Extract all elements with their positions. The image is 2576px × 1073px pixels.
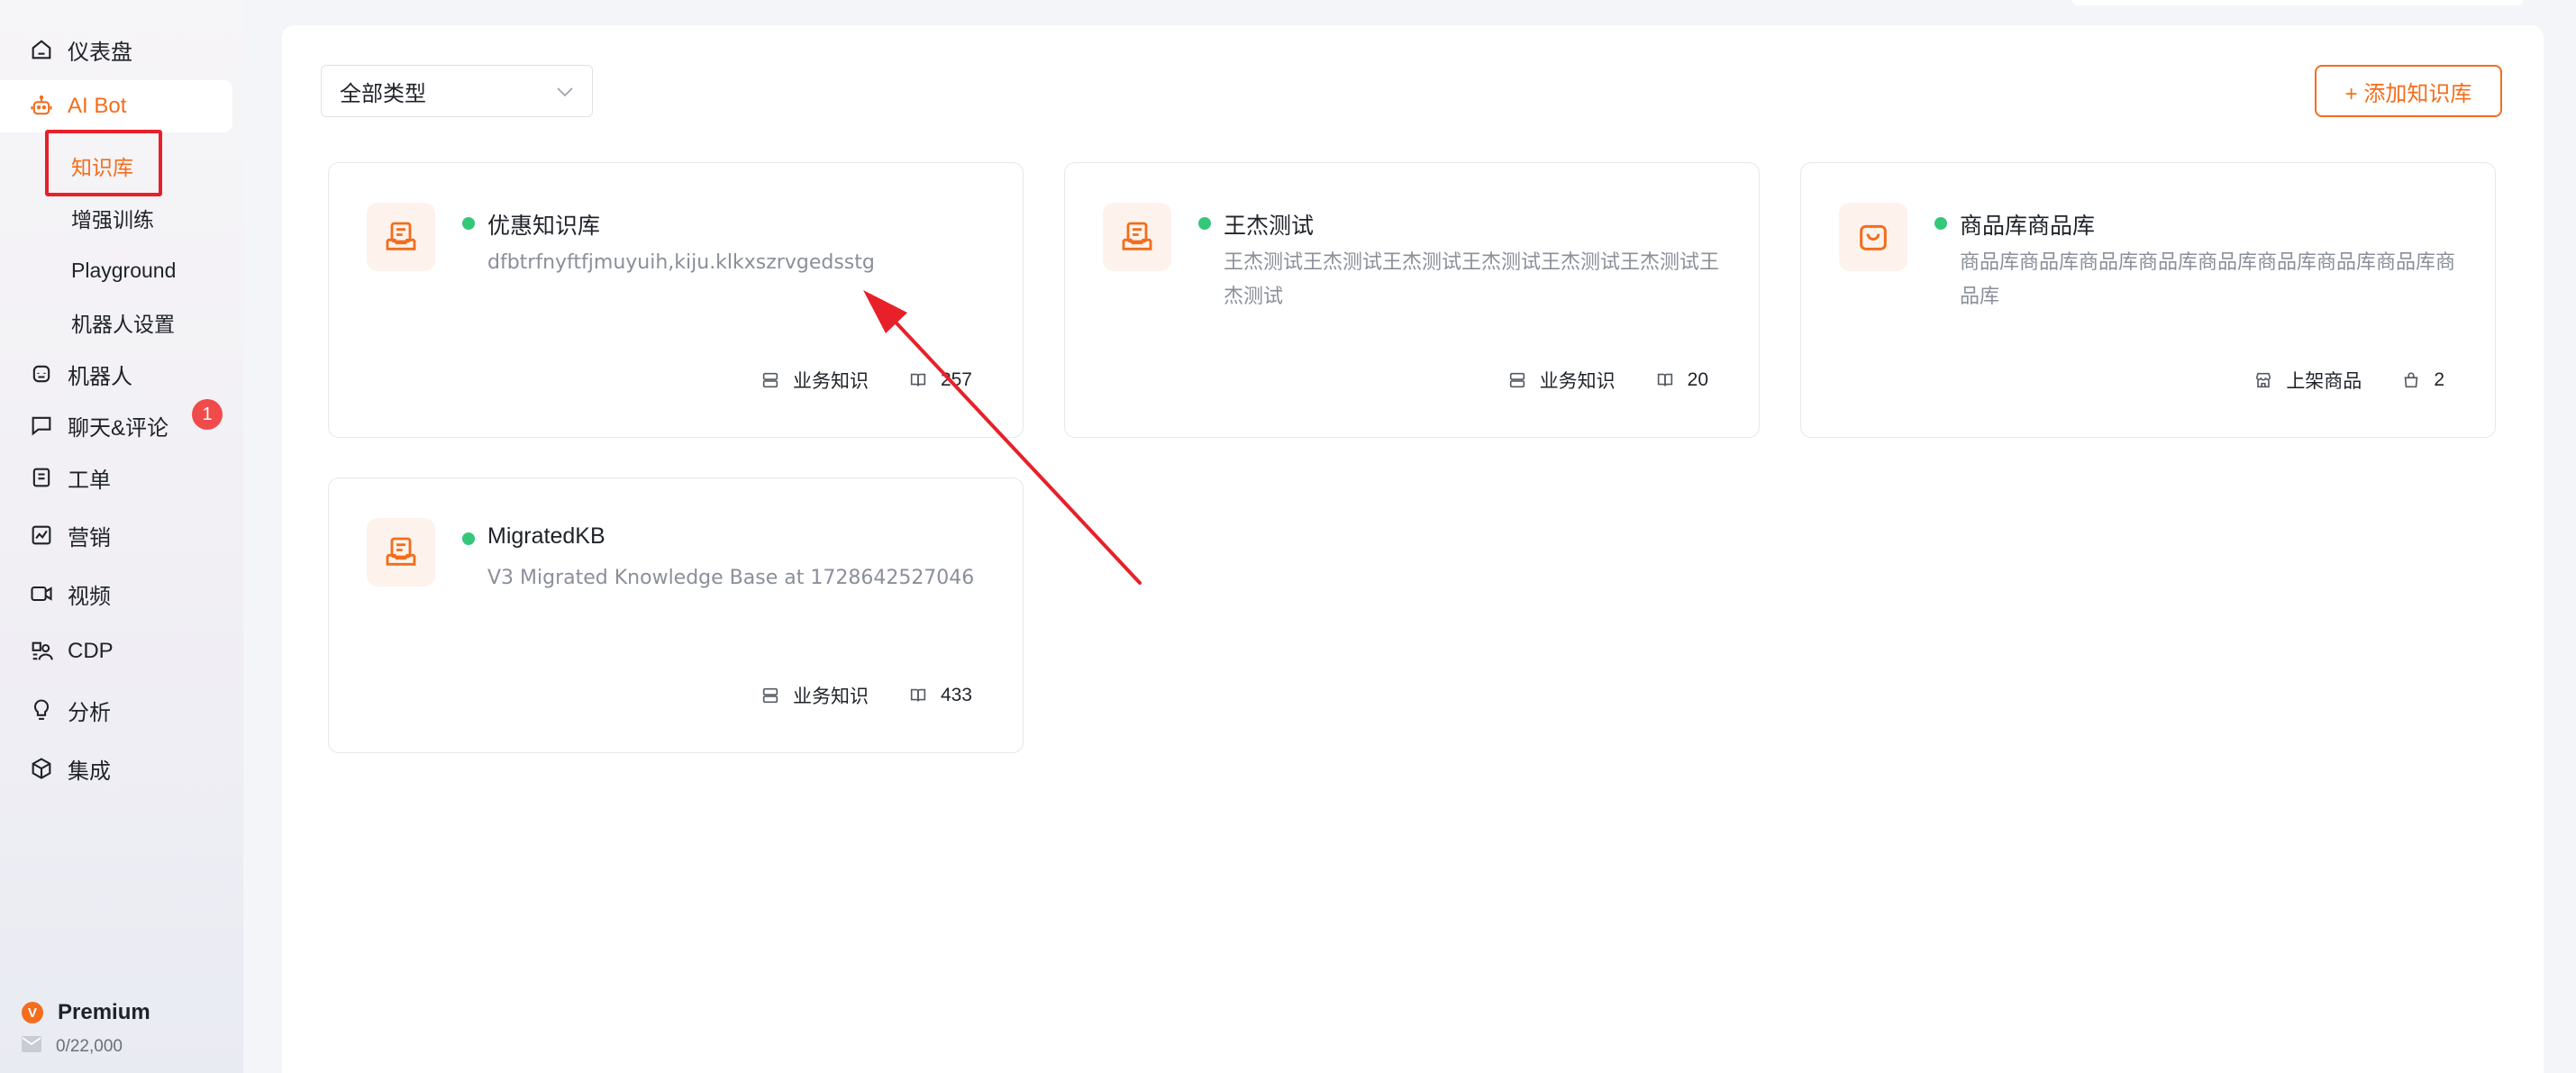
database-icon — [762, 687, 778, 704]
nav-item-marketing[interactable]: 营销 — [0, 509, 232, 561]
card-meta: 上架商品 2 — [2253, 367, 2444, 394]
quota-text: 0/22,000 — [56, 1037, 123, 1056]
main-panel: 全部类型 + 添加知识库 优惠知识库 dfbtrfnyftfjmuyuih,ki… — [282, 25, 2544, 1073]
book-icon — [1657, 373, 1672, 386]
knowledge-base-card[interactable]: 王杰测试 王杰测试王杰测试王杰测试王杰测试王杰测试王杰测试王杰测试 业务知识 2… — [1064, 162, 1760, 438]
card-title: MigratedKB — [487, 523, 605, 549]
knowledge-base-card[interactable]: 优惠知识库 dfbtrfnyftfjmuyuih,kiju.klkxszrvge… — [328, 162, 1024, 438]
knowledge-base-icon — [1103, 203, 1171, 271]
top-strip — [2072, 0, 2523, 5]
status-dot — [1934, 217, 1947, 230]
people-icon — [28, 638, 55, 665]
bag-icon — [2404, 372, 2418, 388]
card-description: 商品库商品库商品库商品库商品库商品库商品库商品库商品库 — [1960, 251, 2456, 308]
card-type-label: 业务知识 — [1539, 371, 1616, 392]
card-count: 20 — [1687, 369, 1708, 390]
card-title: 王杰测试 — [1224, 214, 1315, 239]
nav-label: 分析 — [68, 700, 111, 725]
nav-item-ai-bot[interactable]: AI Bot — [0, 80, 232, 132]
nav-label: 视频 — [68, 584, 111, 609]
card-count: 2 — [2434, 369, 2444, 390]
card-type-label: 业务知识 — [792, 371, 869, 392]
store-icon — [2256, 372, 2271, 388]
nav-item-cdp[interactable]: CDP — [0, 625, 232, 677]
nav-label: 聊天&评论 — [68, 415, 169, 441]
card-description: 王杰测试王杰测试王杰测试王杰测试王杰测试王杰测试王杰测试 — [1224, 251, 1720, 308]
add-knowledge-base-button[interactable]: + 添加知识库 — [2315, 65, 2502, 117]
card-type-label: 上架商品 — [2286, 371, 2362, 392]
knowledge-base-icon — [367, 203, 435, 271]
home-icon — [28, 36, 55, 63]
status-dot — [462, 532, 475, 545]
nav-item-dashboard[interactable]: 仪表盘 — [0, 23, 232, 76]
status-dot — [462, 217, 475, 230]
annotation-highlight-box — [45, 130, 162, 196]
video-icon — [28, 580, 55, 607]
card-title: 优惠知识库 — [487, 214, 601, 239]
sub-item-enhanced-training[interactable]: 增强训练 — [71, 200, 154, 236]
nav-label: CDP — [68, 639, 114, 663]
nav-item-video[interactable]: 视频 — [0, 568, 232, 620]
card-meta: 业务知识 433 — [760, 682, 972, 709]
shopping-bag-icon — [1839, 203, 1907, 271]
type-filter-select[interactable]: 全部类型 — [321, 65, 593, 117]
mail-icon — [22, 1036, 41, 1058]
type-filter-value: 全部类型 — [340, 81, 426, 106]
nav-label: 机器人 — [68, 364, 132, 389]
book-icon — [910, 373, 926, 386]
database-icon — [1509, 372, 1525, 388]
chat-icon — [28, 412, 55, 439]
robot-icon — [28, 93, 55, 120]
card-description: V3 Migrated Knowledge Base at 1728642527… — [487, 567, 975, 589]
sidebar: 仪表盘 AI Bot 知识库 增强训练 Playground 机器人设置 机器人… — [0, 0, 243, 1073]
nav-label: 工单 — [68, 468, 111, 493]
notification-badge: 1 — [192, 399, 223, 430]
nav-label: 营销 — [68, 525, 111, 550]
premium-logo-icon: V — [22, 1002, 43, 1023]
bot-face-icon — [28, 360, 55, 387]
plan-name: Premium — [58, 1000, 150, 1024]
nav-item-integrations[interactable]: 集成 — [0, 742, 232, 795]
status-dot — [1198, 217, 1211, 230]
nav-label: 集成 — [68, 759, 111, 784]
chevron-down-icon — [556, 78, 574, 104]
sub-item-bot-settings[interactable]: 机器人设置 — [71, 305, 175, 341]
nav-item-analytics[interactable]: 分析 — [0, 684, 232, 736]
database-icon — [762, 372, 778, 388]
quota-indicator: 0/22,000 — [22, 1036, 123, 1058]
knowledge-base-card[interactable]: 商品库商品库 商品库商品库商品库商品库商品库商品库商品库商品库商品库 上架商品 … — [1800, 162, 2496, 438]
card-meta: 业务知识 20 — [1507, 367, 1708, 394]
cube-icon — [28, 755, 55, 782]
card-count: 257 — [940, 369, 972, 390]
nav-item-tickets[interactable]: 工单 — [0, 451, 232, 504]
book-icon — [910, 688, 926, 702]
plan-indicator[interactable]: V Premium — [22, 1000, 150, 1025]
nav-item-bots[interactable]: 机器人 — [0, 348, 232, 400]
chart-icon — [28, 522, 55, 549]
card-description: dfbtrfnyftfjmuyuih,kiju.klkxszrvgedsstg — [487, 251, 875, 274]
ticket-icon — [28, 464, 55, 491]
nav-label: 仪表盘 — [68, 40, 132, 65]
nav-label: AI Bot — [68, 94, 127, 118]
knowledge-base-icon — [367, 518, 435, 587]
sub-item-playground[interactable]: Playground — [71, 252, 176, 288]
card-meta: 业务知识 257 — [760, 367, 972, 394]
card-count: 433 — [940, 685, 972, 705]
card-title: 商品库商品库 — [1960, 214, 2096, 239]
knowledge-base-card[interactable]: MigratedKB V3 Migrated Knowledge Base at… — [328, 477, 1024, 753]
card-type-label: 业务知识 — [792, 687, 869, 707]
bulb-icon — [28, 696, 55, 723]
